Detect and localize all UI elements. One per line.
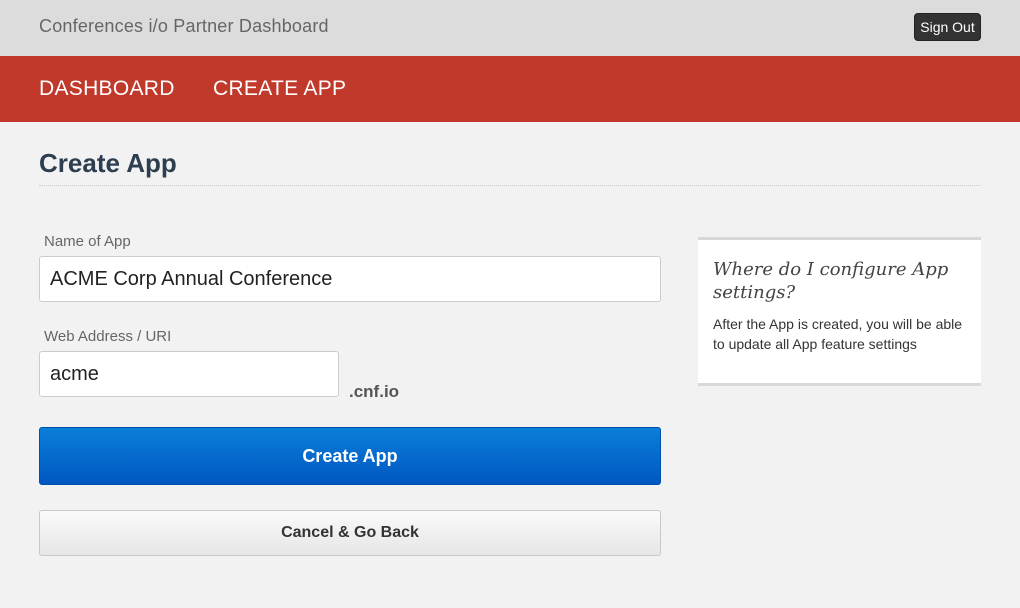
help-panel: Where do I configure App settings? After… xyxy=(698,237,981,386)
page-title: Create App xyxy=(39,148,177,178)
web-address-label: Web Address / URI xyxy=(44,328,172,345)
help-body: After the App is created, you will be ab… xyxy=(713,316,963,352)
title-divider xyxy=(39,185,981,186)
domain-suffix: .cnf.io xyxy=(349,382,400,401)
main-nav: DASHBOARD CREATE APP xyxy=(0,56,1020,122)
sign-out-button[interactable]: Sign Out xyxy=(914,13,981,41)
app-name-input[interactable]: ACME Corp Annual Conference xyxy=(39,256,661,302)
top-bar: Conferences i/o Partner Dashboard Sign O… xyxy=(0,0,1020,56)
nav-item-dashboard[interactable]: DASHBOARD xyxy=(39,77,175,101)
web-address-input[interactable]: acme xyxy=(39,351,339,397)
app-name-label: Name of App xyxy=(44,233,131,250)
help-title: Where do I configure App settings? xyxy=(713,259,949,303)
cancel-go-back-button[interactable]: Cancel & Go Back xyxy=(39,510,661,556)
create-app-button[interactable]: Create App xyxy=(39,427,661,485)
app-title: Conferences i/o Partner Dashboard xyxy=(39,16,329,36)
nav-item-create-app[interactable]: CREATE APP xyxy=(213,77,346,101)
